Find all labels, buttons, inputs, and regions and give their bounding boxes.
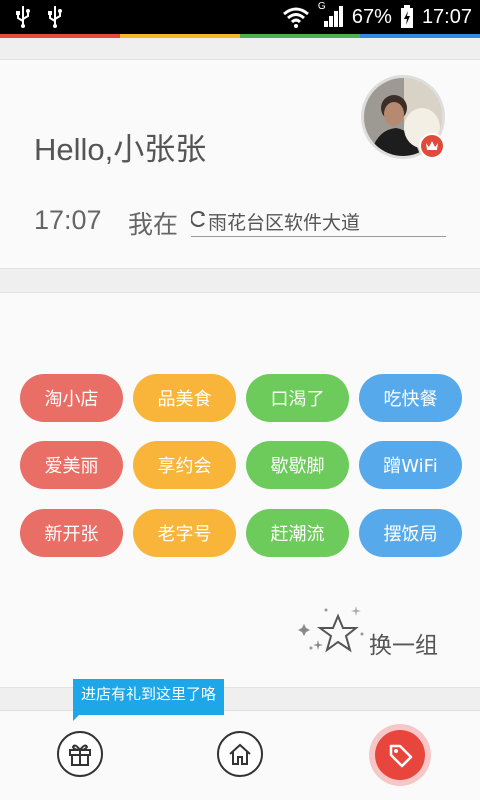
tag-button[interactable]: 品美食 [133,374,236,422]
tag-button[interactable]: 摆饭局 [359,509,462,557]
tag-button[interactable]: 赶潮流 [246,509,349,557]
wifi-icon [282,7,309,28]
signal-icon: G [318,1,344,29]
tag-button[interactable]: 蹭WiFi [359,441,462,489]
gift-icon [69,744,91,766]
tag-button[interactable]: 爱美丽 [20,441,123,489]
home-icon [229,743,251,765]
home-button[interactable] [217,731,263,777]
current-time: 17:07 [34,205,102,235]
greeting-text: Hello,小张张 [34,132,207,167]
tag-icon [389,744,413,768]
status-bar: G 67% 17:07 [0,0,480,34]
location-value: 雨花台区软件大道 [208,211,361,234]
tag-button[interactable]: 新开张 [20,509,123,557]
status-time: 17:07 [421,5,472,28]
gift-button[interactable] [57,731,103,777]
location-field[interactable]: 雨花台区软件大道 [190,206,446,237]
tooltip-banner[interactable]: 进店有礼到这里了咯 [73,679,225,715]
usb-icon [48,6,62,28]
tooltip-tail [73,709,85,721]
crown-icon [419,133,445,159]
usb-icon [16,6,30,28]
color-strip [0,34,480,38]
tag-button[interactable]: 淘小店 [20,374,123,422]
battery-percent: 67% [351,5,392,28]
tag-button[interactable]: 吃快餐 [359,374,462,422]
refresh-group-button[interactable]: 换一组 [369,626,438,660]
battery-charging-icon [400,5,413,28]
tag-button[interactable]: 口渴了 [246,374,349,422]
refresh-location-icon[interactable] [190,209,207,233]
coupon-button[interactable] [369,724,431,786]
tag-button[interactable]: 歇歇脚 [246,441,349,489]
tag-button[interactable]: 老字号 [133,509,236,557]
location-label: 我在 [128,210,179,239]
tag-button[interactable]: 享约会 [133,441,236,489]
